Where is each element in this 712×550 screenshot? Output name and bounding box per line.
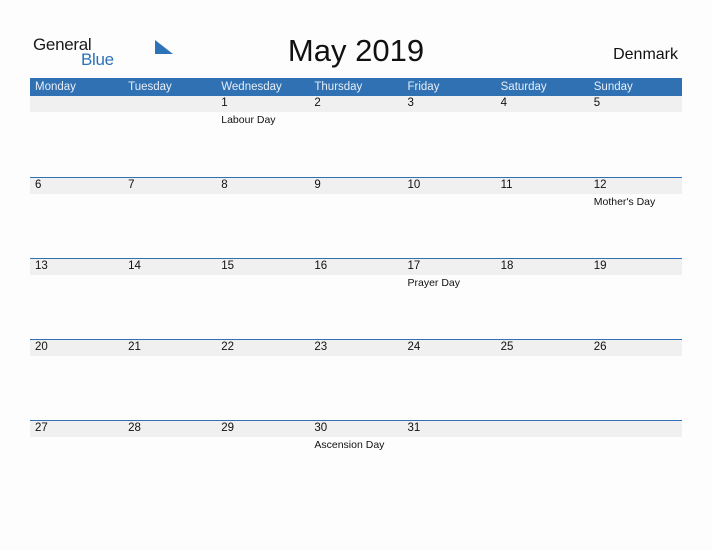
- week-row: 1 Labour Day 2 3 4 5: [30, 96, 682, 177]
- holiday-label: Labour Day: [221, 114, 276, 126]
- day-number: 2: [314, 97, 321, 109]
- day-number: 15: [221, 260, 235, 272]
- day-cell: [123, 96, 216, 112]
- day-number: 7: [128, 179, 135, 191]
- day-cell: 4: [496, 96, 589, 112]
- week-row: 27 28 29 30 Ascension Day 31: [30, 420, 682, 501]
- day-number: 17: [407, 260, 421, 272]
- weekday-thursday: Thursday: [314, 81, 363, 93]
- week-day-band: 20 21 22 23 24 25 26: [30, 340, 682, 356]
- day-cell: 14: [123, 259, 216, 275]
- day-number: 14: [128, 260, 141, 272]
- week-day-band: 6 7 8 9 10 11 12 Mother's Day: [30, 178, 682, 208]
- day-number: 28: [128, 422, 141, 434]
- day-cell: 27: [30, 421, 123, 437]
- week-day-band: 1 Labour Day 2 3 4 5: [30, 96, 682, 126]
- holiday-label: Prayer Day: [407, 277, 461, 289]
- day-cell: 29: [216, 421, 309, 437]
- day-cell: 30 Ascension Day: [309, 421, 402, 451]
- day-number: 18: [500, 260, 514, 272]
- day-number: 1: [221, 97, 228, 109]
- weekday-saturday: Saturday: [500, 81, 547, 93]
- day-cell: 2: [309, 96, 402, 112]
- day-number: 16: [314, 260, 328, 272]
- holiday-label: Mother's Day: [593, 196, 656, 208]
- day-number: 22: [221, 341, 235, 353]
- day-cell: 15: [216, 259, 309, 275]
- calendar-title: May 2019: [287, 33, 425, 68]
- weekday-tuesday: Tuesday: [128, 81, 172, 93]
- day-number: 20: [35, 341, 48, 353]
- day-number: 11: [500, 179, 513, 191]
- day-cell: 23: [309, 340, 402, 356]
- day-number: 8: [221, 179, 228, 191]
- day-cell: [30, 96, 123, 112]
- day-cell: 5: [589, 96, 682, 112]
- weekday-wednesday: Wednesday: [221, 81, 282, 93]
- day-number: 10: [407, 179, 421, 191]
- day-cell: 9: [309, 178, 402, 194]
- day-cell: [496, 421, 589, 437]
- day-cell: 12 Mother's Day: [589, 178, 682, 208]
- day-number: 3: [407, 97, 414, 109]
- day-cell: 17 Prayer Day: [403, 259, 496, 289]
- week-day-band: 13 14 15 16 17 Prayer Day 18 19: [30, 259, 682, 289]
- day-cell: [589, 421, 682, 437]
- day-cell: 31: [403, 421, 496, 437]
- day-number: 30: [314, 422, 328, 434]
- day-cell: 10: [403, 178, 496, 194]
- day-cell: 22: [216, 340, 309, 356]
- day-number: 23: [314, 341, 328, 353]
- week-day-band: 27 28 29 30 Ascension Day 31: [30, 421, 682, 451]
- day-cell: 18: [496, 259, 589, 275]
- day-cell: 11: [496, 178, 589, 194]
- day-number: 5: [593, 97, 601, 109]
- day-number: 26: [593, 341, 607, 353]
- day-cell: 28: [123, 421, 216, 437]
- day-cell: 13: [30, 259, 123, 275]
- country-label: Denmark: [613, 46, 678, 63]
- day-cell: 24: [403, 340, 496, 356]
- weekday-sunday: Sunday: [593, 81, 633, 93]
- calendar-grid: Monday Tuesday Wednesday Thursday Friday…: [30, 78, 682, 501]
- day-cell: 19: [589, 259, 682, 275]
- weekday-monday: Monday: [35, 81, 76, 93]
- day-number: 4: [500, 97, 508, 109]
- week-row: 6 7 8 9 10 11 12 Mother's Day: [30, 177, 682, 258]
- day-number: 27: [35, 422, 48, 434]
- day-cell: 25: [496, 340, 589, 356]
- day-cell: 1 Labour Day: [216, 96, 309, 126]
- day-number: 6: [35, 179, 42, 191]
- holiday-label: Ascension Day: [314, 439, 385, 451]
- day-number: 13: [35, 260, 48, 272]
- day-cell: 21: [123, 340, 216, 356]
- day-number: 21: [128, 341, 141, 353]
- day-number: 9: [314, 179, 321, 191]
- weekday-friday: Friday: [407, 81, 440, 93]
- week-row: 20 21 22 23 24 25 26: [30, 339, 682, 420]
- day-number: 29: [221, 422, 235, 434]
- weeks-container: 1 Labour Day 2 3 4 5 6 7 8 9 10 11 12 Mother's Day 13 1…: [30, 96, 682, 501]
- day-number: 24: [407, 341, 421, 353]
- day-number: 12: [593, 179, 607, 191]
- day-cell: 20: [30, 340, 123, 356]
- day-number: 19: [593, 260, 607, 272]
- weekday-header: Monday Tuesday Wednesday Thursday Friday…: [30, 78, 682, 96]
- day-cell: 16: [309, 259, 402, 275]
- week-row: 13 14 15 16 17 Prayer Day 18 19: [30, 258, 682, 339]
- day-cell: 7: [123, 178, 216, 194]
- day-cell: 3: [403, 96, 496, 112]
- day-cell: 26: [589, 340, 682, 356]
- day-number: 25: [500, 341, 514, 353]
- day-number: 31: [407, 422, 421, 434]
- day-cell: 6: [30, 178, 123, 194]
- day-cell: 8: [216, 178, 309, 194]
